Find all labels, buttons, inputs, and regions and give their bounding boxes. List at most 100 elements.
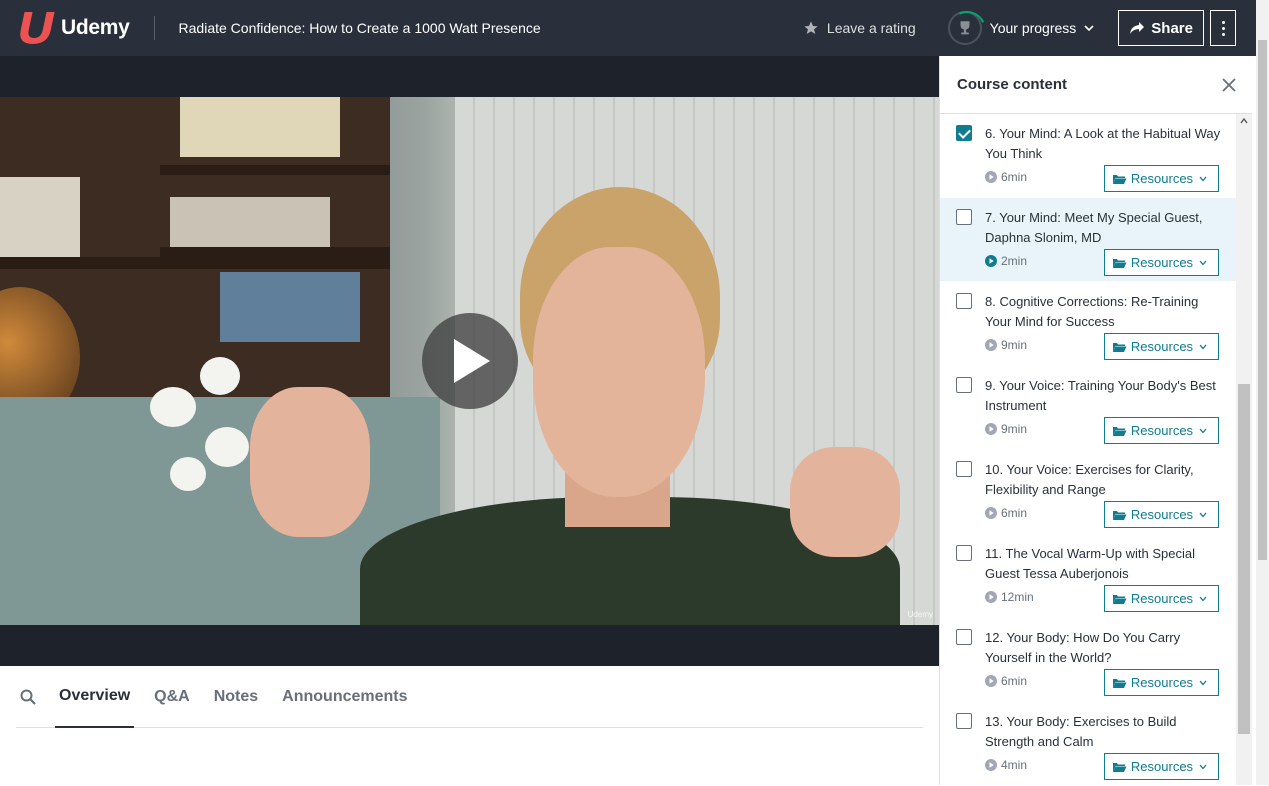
- play-button[interactable]: [422, 313, 518, 409]
- resources-label: Resources: [1130, 171, 1194, 186]
- course-title[interactable]: Radiate Confidence: How to Create a 1000…: [179, 20, 541, 36]
- dot: [1221, 26, 1225, 30]
- your-progress-dropdown[interactable]: Your progress: [947, 11, 1095, 45]
- resources-label: Resources: [1130, 759, 1194, 774]
- leave-rating-button[interactable]: Leave a rating: [803, 20, 916, 36]
- lecture-title[interactable]: 8. Cognitive Corrections: Re-Training Yo…: [985, 292, 1225, 332]
- lecture-item[interactable]: 6. Your Mind: A Look at the Habitual Way…: [940, 114, 1236, 198]
- resources-label: Resources: [1130, 675, 1194, 690]
- chevron-down-icon: [1199, 428, 1207, 433]
- orchid: [200, 357, 240, 395]
- resources-button[interactable]: Resources: [1104, 249, 1219, 276]
- course-tabs: Overview Q&A Notes Announcements: [16, 666, 923, 728]
- page-scroll-thumb[interactable]: [1258, 40, 1267, 560]
- lecture-complete-checkbox[interactable]: [956, 713, 972, 729]
- tab-notes[interactable]: Notes: [210, 666, 262, 728]
- lecture-item[interactable]: 11. The Vocal Warm-Up with Special Guest…: [940, 534, 1236, 618]
- lecture-duration: 6min: [1001, 674, 1028, 688]
- shelf-board: [0, 257, 390, 269]
- sidebar-scroll-thumb[interactable]: [1238, 384, 1250, 734]
- tab-announcements[interactable]: Announcements: [278, 666, 411, 728]
- folder-open-icon: [1112, 762, 1127, 772]
- books: [170, 197, 330, 247]
- folder-open-icon: [1112, 510, 1127, 520]
- lecture-title[interactable]: 6. Your Mind: A Look at the Habitual Way…: [985, 124, 1225, 164]
- trophy-icon: [947, 11, 982, 45]
- play-circle-icon: [985, 507, 997, 519]
- orchid: [205, 427, 249, 467]
- chevron-down-icon: [1199, 176, 1207, 181]
- chevron-down-icon: [1199, 344, 1207, 349]
- lecture-title[interactable]: 11. The Vocal Warm-Up with Special Guest…: [985, 544, 1225, 584]
- tab-overview[interactable]: Overview: [55, 666, 135, 728]
- lecture-list: 6. Your Mind: A Look at the Habitual Way…: [940, 114, 1236, 786]
- folder-open-icon: [1112, 342, 1127, 352]
- video-frame[interactable]: Udemy: [0, 97, 939, 625]
- books: [220, 272, 360, 342]
- udemy-logo[interactable]: Udemy: [15, 0, 130, 56]
- page-scrollbar[interactable]: [1256, 0, 1269, 785]
- lecture-complete-checkbox[interactable]: [956, 629, 972, 645]
- lecture-meta: 6min: [985, 170, 1027, 184]
- lecture-title[interactable]: 10. Your Voice: Exercises for Clarity, F…: [985, 460, 1225, 500]
- sidebar-scrollbar[interactable]: [1236, 114, 1252, 785]
- lecture-title[interactable]: 9. Your Voice: Training Your Body's Best…: [985, 376, 1225, 416]
- lecture-complete-checkbox[interactable]: [956, 125, 972, 141]
- lecture-duration: 12min: [1001, 590, 1034, 604]
- lecture-duration: 4min: [1001, 758, 1028, 772]
- resources-button[interactable]: Resources: [1104, 585, 1219, 612]
- resources-button[interactable]: Resources: [1104, 417, 1219, 444]
- chevron-down-icon: [1199, 512, 1207, 517]
- lecture-complete-checkbox[interactable]: [956, 293, 972, 309]
- lecture-item[interactable]: 13. Your Body: Exercises to Build Streng…: [940, 702, 1236, 786]
- chevron-down-icon: [1199, 260, 1207, 265]
- resources-label: Resources: [1130, 591, 1194, 606]
- chevron-down-icon: [1084, 25, 1094, 32]
- resources-label: Resources: [1130, 339, 1194, 354]
- presenter-left-hand: [250, 387, 370, 537]
- resources-button[interactable]: Resources: [1104, 501, 1219, 528]
- play-circle-icon: [985, 171, 997, 183]
- resources-label: Resources: [1130, 255, 1194, 270]
- shelf-board: [160, 165, 390, 175]
- lecture-item[interactable]: 10. Your Voice: Exercises for Clarity, F…: [940, 450, 1236, 534]
- resources-button[interactable]: Resources: [1104, 165, 1219, 192]
- lecture-meta: 2min: [985, 254, 1027, 268]
- dot: [1221, 32, 1225, 36]
- lecture-complete-checkbox[interactable]: [956, 545, 972, 561]
- share-button[interactable]: Share: [1118, 10, 1204, 46]
- lecture-meta: 6min: [985, 674, 1027, 688]
- lecture-title[interactable]: 7. Your Mind: Meet My Special Guest, Dap…: [985, 208, 1225, 248]
- header-divider: [153, 16, 155, 40]
- tab-qa[interactable]: Q&A: [150, 666, 194, 728]
- lecture-item[interactable]: 7. Your Mind: Meet My Special Guest, Dap…: [940, 198, 1236, 282]
- close-icon[interactable]: [1222, 77, 1236, 92]
- more-options-button[interactable]: [1210, 10, 1236, 46]
- share-arrow-icon: [1130, 22, 1145, 34]
- resources-button[interactable]: Resources: [1104, 753, 1219, 780]
- folder-open-icon: [1112, 258, 1127, 268]
- lecture-complete-checkbox[interactable]: [956, 461, 972, 477]
- play-circle-icon: [985, 255, 997, 267]
- leave-rating-label: Leave a rating: [826, 20, 916, 36]
- lecture-title[interactable]: 13. Your Body: Exercises to Build Streng…: [985, 712, 1225, 752]
- chevron-down-icon: [1199, 596, 1207, 601]
- video-watermark: Udemy: [907, 610, 933, 619]
- lecture-duration: 9min: [1001, 338, 1028, 352]
- lecture-complete-checkbox[interactable]: [956, 377, 972, 393]
- chevron-up-icon[interactable]: [1240, 118, 1248, 124]
- play-circle-icon: [985, 759, 997, 771]
- lecture-item[interactable]: 8. Cognitive Corrections: Re-Training Yo…: [940, 282, 1236, 366]
- sidebar-header: Course content: [940, 56, 1252, 114]
- presenter-right-hand: [790, 447, 900, 557]
- udemy-logo-icon: [20, 12, 55, 44]
- resources-button[interactable]: Resources: [1104, 669, 1219, 696]
- resources-button[interactable]: Resources: [1104, 333, 1219, 360]
- lecture-title[interactable]: 12. Your Body: How Do You Carry Yourself…: [985, 628, 1225, 668]
- search-icon[interactable]: [16, 685, 40, 709]
- lecture-item[interactable]: 9. Your Voice: Training Your Body's Best…: [940, 366, 1236, 450]
- books: [180, 97, 340, 157]
- lecture-complete-checkbox[interactable]: [956, 209, 972, 225]
- orchid: [150, 387, 196, 427]
- lecture-item[interactable]: 12. Your Body: How Do You Carry Yourself…: [940, 618, 1236, 702]
